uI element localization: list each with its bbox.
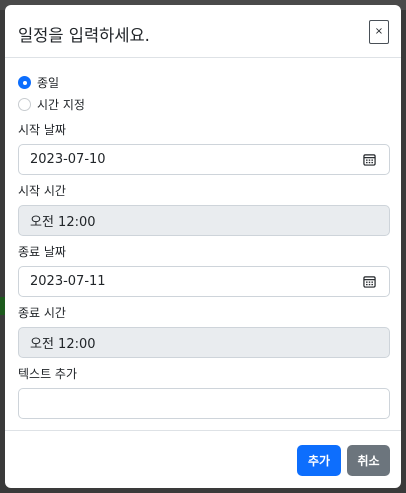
end-date-label: 종료 날짜 — [18, 245, 66, 259]
start-date-value: 2023-07-10 — [30, 152, 106, 167]
end-date-value: 2023-07-11 — [30, 274, 106, 289]
end-date-input[interactable]: 2023-07-11 — [18, 266, 390, 297]
modal-footer: 추가 취소 — [5, 430, 401, 488]
start-date-label: 시작 날짜 — [18, 123, 66, 137]
radio-all-day[interactable]: 종일 — [18, 74, 59, 91]
start-time-label: 시작 시간 — [18, 184, 66, 198]
close-icon: × — [374, 26, 384, 37]
modal-header: 일정을 입력하세요. × — [5, 5, 401, 58]
start-date-input[interactable]: 2023-07-10 — [18, 144, 390, 175]
radio-unchecked-icon[interactable] — [18, 98, 31, 111]
start-time-input: 오전 12:00 — [18, 205, 390, 236]
text-label: 텍스트 추가 — [18, 367, 78, 381]
radio-time-specified[interactable]: 시간 지정 — [18, 96, 85, 113]
add-button[interactable]: 추가 — [297, 445, 341, 476]
close-button[interactable]: × — [369, 20, 389, 44]
schedule-modal: 일정을 입력하세요. × 종일 시간 지정 시작 날짜 2023-07-10 시… — [5, 5, 401, 488]
modal-body: 종일 시간 지정 시작 날짜 2023-07-10 시작 시간 오전 12:00 — [5, 58, 401, 432]
end-time-label: 종료 시간 — [18, 306, 66, 320]
start-time-value: 오전 12:00 — [30, 215, 96, 230]
text-input[interactable] — [18, 388, 390, 419]
modal-title: 일정을 입력하세요. — [18, 26, 150, 45]
end-time-input: 오전 12:00 — [18, 327, 390, 358]
radio-time-specified-label: 시간 지정 — [37, 98, 85, 112]
calendar-icon[interactable] — [363, 153, 376, 166]
calendar-icon[interactable] — [363, 275, 376, 288]
end-time-value: 오전 12:00 — [30, 337, 96, 352]
radio-checked-icon[interactable] — [18, 76, 31, 89]
radio-all-day-label: 종일 — [37, 76, 60, 90]
cancel-button[interactable]: 취소 — [347, 445, 390, 476]
